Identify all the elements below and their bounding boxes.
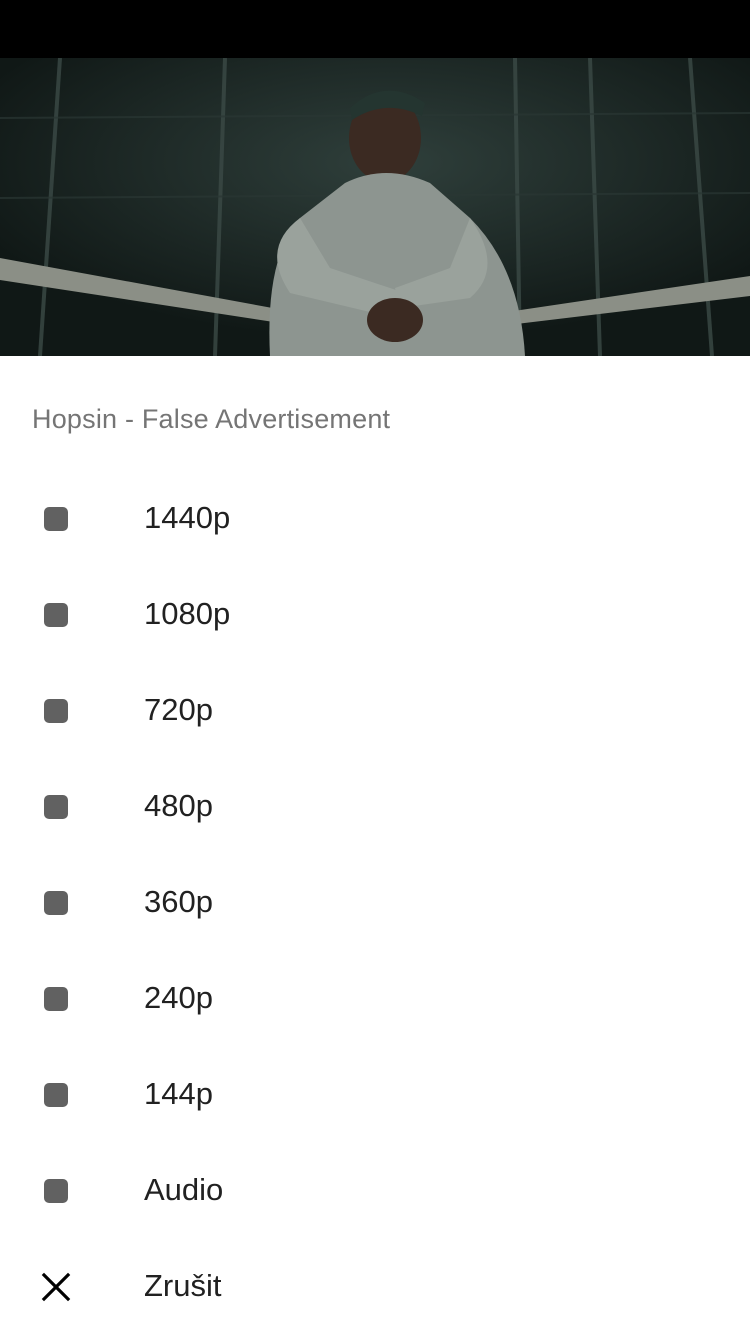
- option-label: 1440p: [144, 500, 231, 535]
- cancel-button[interactable]: Zrušit: [0, 1238, 750, 1334]
- option-label: 240p: [144, 980, 213, 1015]
- bullet-icon: [44, 603, 68, 627]
- bullet-icon: [44, 699, 68, 723]
- option-label: 360p: [144, 884, 213, 919]
- bullet-icon: [44, 795, 68, 819]
- bullet-icon: [44, 1083, 68, 1107]
- quality-option-240p[interactable]: 240p: [0, 950, 750, 1046]
- bullet-icon: [44, 987, 68, 1011]
- close-icon: [41, 1272, 71, 1302]
- quality-bottom-sheet: Hopsin - False Advertisement 1440p 1080p…: [0, 356, 750, 1334]
- option-label: 1080p: [144, 596, 231, 631]
- bullet-icon: [44, 1179, 68, 1203]
- quality-option-720p[interactable]: 720p: [0, 662, 750, 758]
- cancel-label: Zrušit: [144, 1268, 222, 1303]
- quality-option-144p[interactable]: 144p: [0, 1046, 750, 1142]
- quality-option-1440p[interactable]: 1440p: [0, 470, 750, 566]
- option-label: Audio: [144, 1172, 224, 1207]
- quality-option-1080p[interactable]: 1080p: [0, 566, 750, 662]
- video-frame-image: [0, 58, 750, 356]
- video-player[interactable]: [0, 58, 750, 356]
- option-label: 480p: [144, 788, 213, 823]
- quality-option-audio[interactable]: Audio: [0, 1142, 750, 1238]
- option-label: 144p: [144, 1076, 213, 1111]
- video-title: Hopsin - False Advertisement: [32, 404, 391, 434]
- bullet-icon: [44, 891, 68, 915]
- status-bar: [0, 0, 750, 58]
- quality-option-480p[interactable]: 480p: [0, 758, 750, 854]
- bullet-icon: [44, 507, 68, 531]
- option-label: 720p: [144, 692, 213, 727]
- quality-option-360p[interactable]: 360p: [0, 854, 750, 950]
